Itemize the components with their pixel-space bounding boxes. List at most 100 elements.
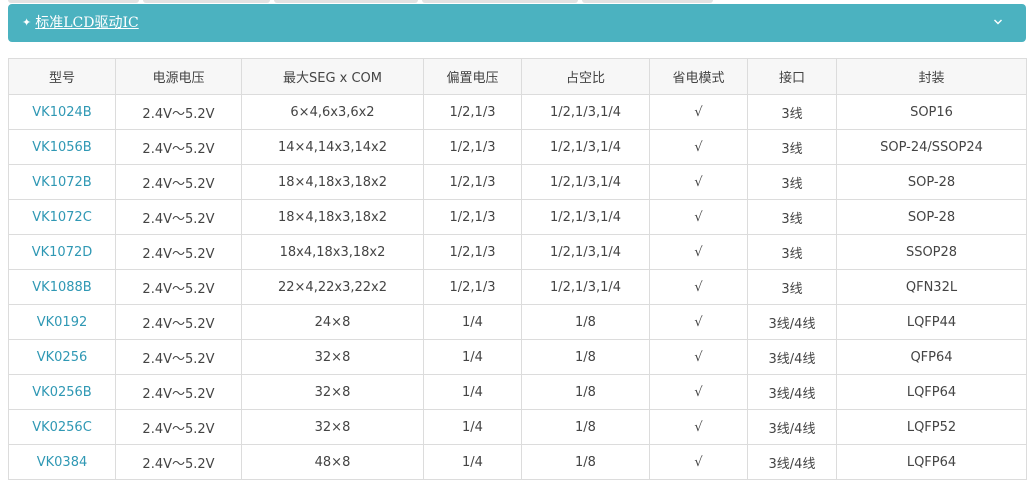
bias-cell: 1/4 [423, 304, 522, 340]
bias-cell: 1/2,1/3 [423, 199, 522, 235]
model-cell: VK0256 [8, 339, 116, 375]
model-link[interactable]: VK1024B [32, 105, 91, 120]
bias-cell: 1/2,1/3 [423, 234, 522, 270]
seg-com-cell: 48×8 [241, 444, 424, 480]
duty-cell: 1/8 [521, 444, 650, 480]
table-row: VK0192 2.4V～5.2V 24×8 1/4 1/8 √ 3线/4线 LQ… [8, 304, 1027, 340]
bias-cell: 1/4 [423, 409, 522, 445]
top-tab[interactable] [582, 0, 713, 3]
table-row: VK0256C 2.4V～5.2V 32×8 1/4 1/8 √ 3线/4线 L… [8, 409, 1027, 445]
seg-com-cell: 18×4,18x3,18x2 [241, 199, 424, 235]
chevron-down-icon[interactable] [992, 16, 1004, 28]
duty-cell: 1/8 [521, 339, 650, 375]
model-link[interactable]: VK0256 [37, 350, 88, 365]
category-title-label: 标准LCD驱动IC [35, 15, 139, 31]
bias-cell: 1/4 [423, 339, 522, 375]
package-cell: SSOP28 [836, 234, 1027, 270]
voltage-cell: 2.4V～5.2V [115, 444, 242, 480]
column-header-power-save: 省电模式 [649, 58, 748, 95]
voltage-cell: 2.4V～5.2V [115, 199, 242, 235]
model-cell: VK1088B [8, 269, 116, 305]
model-cell: VK1072B [8, 164, 116, 200]
package-cell: SOP-24/SSOP24 [836, 129, 1027, 165]
voltage-cell: 2.4V～5.2V [115, 94, 242, 130]
package-cell: LQFP64 [836, 374, 1027, 410]
column-header-bias: 偏置电压 [423, 58, 522, 95]
model-link[interactable]: VK1072D [32, 245, 93, 260]
interface-cell: 3线/4线 [747, 409, 837, 445]
power-save-cell: √ [649, 339, 748, 375]
voltage-cell: 2.4V～5.2V [115, 234, 242, 270]
column-header-voltage: 电源电压 [115, 58, 242, 95]
duty-cell: 1/8 [521, 304, 650, 340]
model-cell: VK0256B [8, 374, 116, 410]
seg-com-cell: 32×8 [241, 409, 424, 445]
top-tabs-strip [0, 0, 1034, 3]
voltage-cell: 2.4V～5.2V [115, 129, 242, 165]
model-link[interactable]: VK0256C [32, 420, 92, 435]
seg-com-cell: 6×4,6x3,6x2 [241, 94, 424, 130]
table-row: VK0256B 2.4V～5.2V 32×8 1/4 1/8 √ 3线/4线 L… [8, 374, 1027, 410]
category-title-link[interactable]: ✦ 标准LCD驱动IC [22, 4, 139, 42]
interface-cell: 3线 [747, 164, 837, 200]
model-link[interactable]: VK0192 [37, 315, 88, 330]
table-row: VK1072D 2.4V～5.2V 18x4,18x3,18x2 1/2,1/3… [8, 234, 1027, 270]
model-link[interactable]: VK0256B [32, 385, 91, 400]
package-cell: SOP-28 [836, 199, 1027, 235]
package-cell: LQFP52 [836, 409, 1027, 445]
category-panel-header[interactable]: ✦ 标准LCD驱动IC [8, 4, 1026, 42]
duty-cell: 1/2,1/3,1/4 [521, 269, 650, 305]
product-table-container: 型号 电源电压 最大SEG x COM 偏置电压 占空比 省电模式 接口 封装 … [8, 58, 1027, 480]
top-tab[interactable] [274, 0, 418, 3]
model-cell: VK0256C [8, 409, 116, 445]
top-tab[interactable] [8, 0, 139, 3]
power-save-cell: √ [649, 304, 748, 340]
model-link[interactable]: VK1056B [32, 140, 91, 155]
table-row: VK0256 2.4V～5.2V 32×8 1/4 1/8 √ 3线/4线 QF… [8, 339, 1027, 375]
table-row: VK1056B 2.4V～5.2V 14×4,14x3,14x2 1/2,1/3… [8, 129, 1027, 165]
bias-cell: 1/2,1/3 [423, 129, 522, 165]
seg-com-cell: 32×8 [241, 374, 424, 410]
power-save-cell: √ [649, 374, 748, 410]
top-tab[interactable] [422, 0, 578, 3]
package-cell: SOP16 [836, 94, 1027, 130]
model-link[interactable]: VK1088B [32, 280, 91, 295]
power-save-cell: √ [649, 129, 748, 165]
seg-com-cell: 18×4,18x3,18x2 [241, 164, 424, 200]
table-row: VK1072C 2.4V～5.2V 18×4,18x3,18x2 1/2,1/3… [8, 199, 1027, 235]
seg-com-cell: 14×4,14x3,14x2 [241, 129, 424, 165]
power-save-cell: √ [649, 409, 748, 445]
model-cell: VK0192 [8, 304, 116, 340]
bias-cell: 1/2,1/3 [423, 164, 522, 200]
duty-cell: 1/8 [521, 409, 650, 445]
duty-cell: 1/2,1/3,1/4 [521, 234, 650, 270]
voltage-cell: 2.4V～5.2V [115, 409, 242, 445]
interface-cell: 3线/4线 [747, 444, 837, 480]
column-header-duty: 占空比 [521, 58, 650, 95]
seg-com-cell: 22×4,22x3,22x2 [241, 269, 424, 305]
model-link[interactable]: VK0384 [37, 455, 88, 470]
table-row: VK1088B 2.4V～5.2V 22×4,22x3,22x2 1/2,1/3… [8, 269, 1027, 305]
model-cell: VK1056B [8, 129, 116, 165]
voltage-cell: 2.4V～5.2V [115, 339, 242, 375]
package-cell: QFP64 [836, 339, 1027, 375]
top-tab[interactable] [143, 0, 270, 3]
column-header-interface: 接口 [747, 58, 837, 95]
voltage-cell: 2.4V～5.2V [115, 269, 242, 305]
package-cell: SOP-28 [836, 164, 1027, 200]
column-header-seg-com: 最大SEG x COM [241, 58, 424, 95]
interface-cell: 3线/4线 [747, 304, 837, 340]
model-link[interactable]: VK1072B [32, 175, 91, 190]
voltage-cell: 2.4V～5.2V [115, 374, 242, 410]
duty-cell: 1/2,1/3,1/4 [521, 164, 650, 200]
duty-cell: 1/2,1/3,1/4 [521, 94, 650, 130]
bullet-icon: ✦ [22, 16, 32, 29]
bias-cell: 1/4 [423, 374, 522, 410]
table-header-row: 型号 电源电压 最大SEG x COM 偏置电压 占空比 省电模式 接口 封装 [8, 58, 1027, 95]
model-link[interactable]: VK1072C [32, 210, 92, 225]
table-row: VK1024B 2.4V～5.2V 6×4,6x3,6x2 1/2,1/3 1/… [8, 94, 1027, 130]
interface-cell: 3线 [747, 129, 837, 165]
voltage-cell: 2.4V～5.2V [115, 164, 242, 200]
power-save-cell: √ [649, 234, 748, 270]
duty-cell: 1/8 [521, 374, 650, 410]
